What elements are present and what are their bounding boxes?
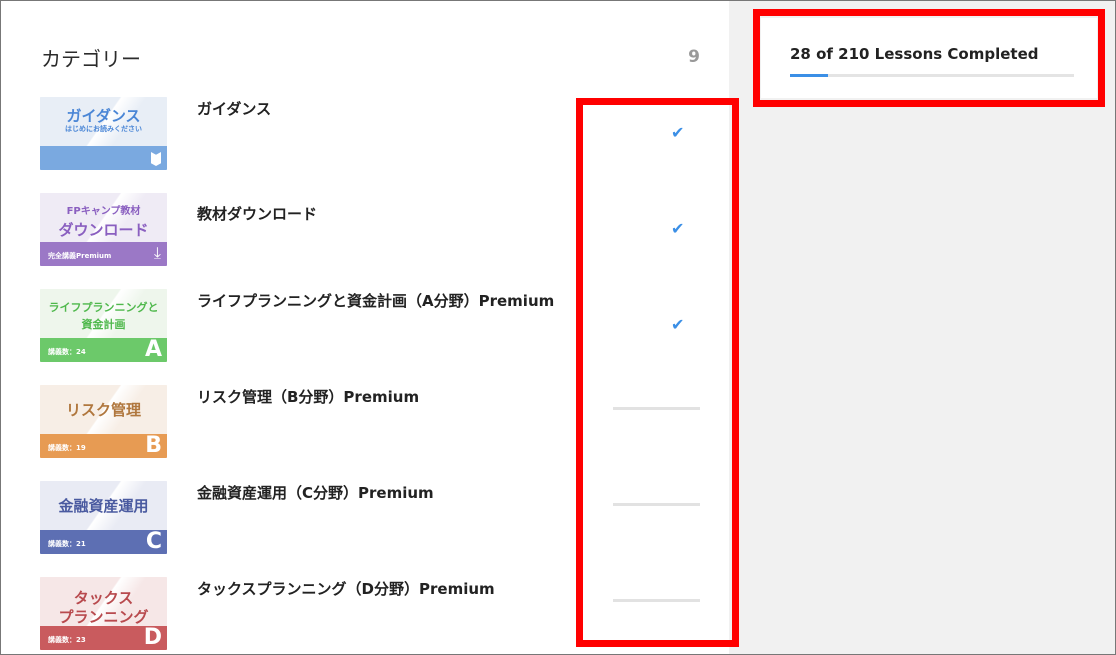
category-item[interactable]: ガイダンス はじめにお読みください ガイダンス (40, 97, 710, 172)
category-item[interactable]: ライフプランニングと 資金計画講義数：24 A ライフプランニングと資金計画（A分野）… (40, 289, 710, 364)
category-title: カテゴリー (41, 47, 141, 71)
category-thumbnail[interactable]: ライフプランニングと 資金計画講義数：24 A (40, 289, 167, 362)
category-item-label[interactable]: ライフプランニングと資金計画（A分野）Premium (197, 290, 554, 311)
thumbnail-title: ガイダンス (66, 107, 141, 125)
thumbnail-letter: D (143, 625, 162, 650)
thumbnail-letter: A (144, 337, 162, 362)
category-item-label[interactable]: 金融資産運用（C分野）Premium (197, 482, 434, 503)
completed-check-icon: ✔ (671, 315, 685, 334)
thumbnail-title: 金融資産運用 (58, 497, 149, 515)
thumbnail-title: タックス (73, 589, 134, 607)
category-item[interactable]: リスク管理講義数：19 B リスク管理（B分野）Premium (40, 385, 710, 460)
thumbnail-subtitle: プランニング (58, 608, 149, 626)
incomplete-status-indicator (613, 407, 700, 410)
thumbnail-subtitle: 資金計画 (81, 318, 126, 331)
category-thumbnail[interactable]: リスク管理講義数：19 B (40, 385, 167, 458)
incomplete-status-indicator (613, 599, 700, 602)
download-icon: ⤓ (153, 243, 161, 262)
incomplete-status-indicator (613, 503, 700, 506)
category-item[interactable]: ダウンロード FPキャンプ教材完全講義Premium ⤓ 教材ダウンロード (40, 193, 710, 268)
category-item[interactable]: 金融資産運用講義数：21 C 金融資産運用（C分野）Premium (40, 481, 710, 556)
thumbnail-subtitle: FPキャンプ教材 (66, 206, 141, 217)
progress-text: 28 of 210 Lessons Completed (790, 45, 1039, 63)
progress-bar-fill (790, 74, 828, 77)
thumbnail-subtitle: はじめにお読みください (65, 125, 142, 133)
thumbnail-title: ダウンロード (58, 221, 149, 239)
thumbnail-letter: C (145, 529, 162, 554)
thumbnail-band-text: 講義数：19 (48, 444, 86, 452)
completed-check-icon: ✔ (671, 123, 685, 142)
thumbnail-band-text: 講義数：24 (48, 348, 86, 356)
category-item-label[interactable]: ガイダンス (197, 98, 271, 119)
thumbnail-letter: B (145, 433, 162, 458)
category-count: 9 (688, 47, 700, 67)
progress-card: 28 of 210 Lessons Completed (761, 18, 1097, 98)
category-item[interactable]: タックス プランニング講義数：23 D タックスプランニング（D分野）Premium (40, 577, 710, 652)
thumbnail-band (40, 146, 167, 170)
thumbnail-band-text: 講義数：23 (48, 636, 86, 644)
progress-bar (790, 74, 1074, 77)
category-item-label[interactable]: リスク管理（B分野）Premium (197, 386, 419, 407)
thumbnail-band-text: 完全講義Premium (48, 252, 112, 260)
category-thumbnail[interactable]: タックス プランニング講義数：23 D (40, 577, 167, 650)
completed-check-icon: ✔ (671, 219, 685, 238)
category-item-label[interactable]: 教材ダウンロード (197, 203, 317, 224)
category-thumbnail[interactable]: 金融資産運用講義数：21 C (40, 481, 167, 554)
thumbnail-band-text: 講義数：21 (48, 540, 86, 548)
thumbnail-title: ライフプランニングと (48, 301, 159, 314)
category-thumbnail[interactable]: ガイダンス はじめにお読みください (40, 97, 167, 170)
thumbnail-title: リスク管理 (65, 401, 141, 419)
category-item-label[interactable]: タックスプランニング（D分野）Premium (197, 578, 495, 599)
category-thumbnail[interactable]: ダウンロード FPキャンプ教材完全講義Premium ⤓ (40, 193, 167, 266)
